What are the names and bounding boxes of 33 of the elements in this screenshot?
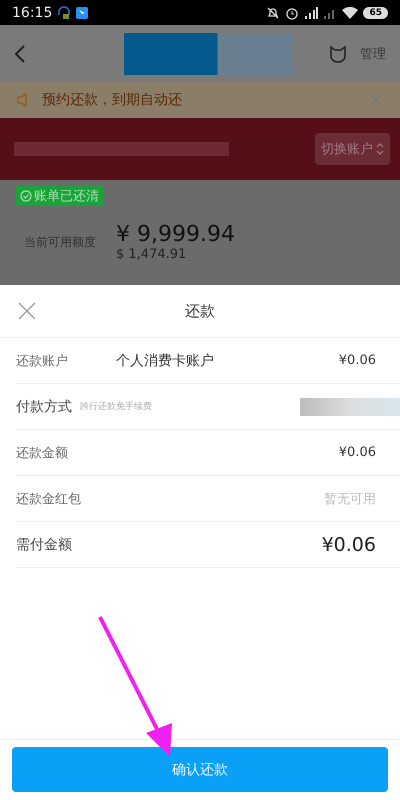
row-label: 还款金红包 [16, 490, 81, 508]
signal-icon [304, 6, 318, 18]
close-icon[interactable] [18, 302, 36, 320]
row-label: 还款账户 [16, 352, 68, 370]
row-value: ¥0.06 [338, 353, 376, 368]
app-icon [76, 6, 88, 18]
switch-account-button[interactable]: 切换账户 [315, 133, 390, 165]
back-icon[interactable] [14, 44, 26, 64]
notice-text: 预约还款，到期自动还 [42, 91, 183, 109]
row-label: 付款方式 [16, 398, 72, 416]
wifi-icon [342, 6, 358, 18]
row-value: 暂无可用 [324, 490, 376, 508]
credit-amount: ¥ 9,999.94 [116, 222, 235, 247]
battery-indicator: 65 [363, 6, 388, 18]
total-amount: ¥0.06 [322, 534, 376, 556]
credit-amount-usd: $ 1,474.91 [116, 247, 188, 262]
status-time: 16:15 [12, 4, 52, 20]
badge-text: 账单已还清 [34, 188, 99, 205]
credit-label: 当前可用额度 [24, 234, 96, 250]
check-icon [20, 190, 32, 202]
headset-icon [57, 6, 72, 20]
mute-bell-icon [266, 6, 280, 20]
account-name: 个人消费卡账户 [116, 352, 214, 370]
sheet-title: 还款 [185, 302, 215, 320]
fee-hint: 跨行还款免手续费 [80, 400, 152, 413]
cat-icon[interactable] [328, 44, 348, 64]
manage-link[interactable]: 管理 [360, 44, 386, 62]
confirm-button[interactable]: 确认还款 [12, 747, 388, 792]
row-value: ¥0.06 [338, 445, 376, 460]
up-down-chevron-icon [376, 142, 384, 156]
row-label: 需付金额 [16, 536, 72, 554]
row-label: 还款金额 [16, 444, 68, 462]
alarm-icon [285, 6, 300, 20]
